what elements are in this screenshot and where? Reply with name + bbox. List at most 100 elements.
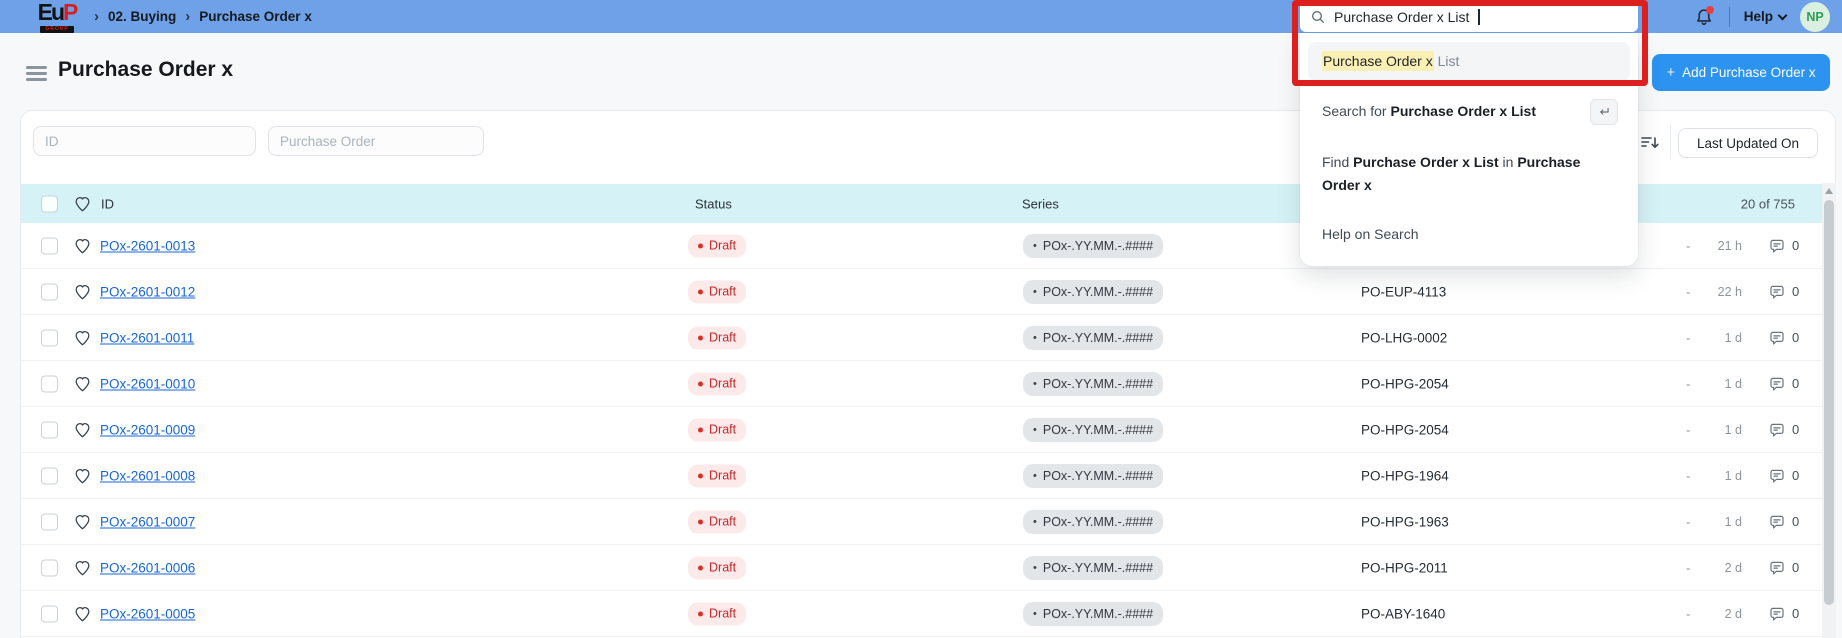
heart-icon[interactable] — [73, 194, 92, 213]
table-row[interactable]: POx-2601-0005 Draft • POx-.YY.MM.-.#### P… — [21, 591, 1835, 637]
row-checkbox[interactable] — [41, 467, 58, 484]
favorite-heart-icon[interactable] — [73, 420, 92, 439]
row-checkbox[interactable] — [41, 283, 58, 300]
column-header-series[interactable]: Series — [1022, 196, 1059, 211]
row-count[interactable]: 20 of 755 — [1709, 196, 1795, 211]
breadcrumb-item-buying[interactable]: 02. Buying — [108, 9, 176, 24]
favorite-heart-icon[interactable] — [73, 328, 92, 347]
favorite-heart-icon[interactable] — [73, 282, 92, 301]
company-logo[interactable]: EuP GROUP — [24, 1, 90, 33]
favorite-heart-icon[interactable] — [73, 374, 92, 393]
status-badge: Draft — [688, 418, 747, 441]
comment-count[interactable]: 0 — [1768, 329, 1799, 347]
row-checkbox[interactable] — [41, 559, 58, 576]
row-id-link[interactable]: POx-2601-0006 — [100, 560, 195, 575]
series-badge: • POx-.YY.MM.-.#### — [1023, 463, 1164, 488]
scrollbar[interactable] — [1822, 183, 1836, 638]
series-dot: • — [1033, 377, 1037, 390]
comment-count[interactable]: 0 — [1768, 237, 1799, 255]
row-id-link[interactable]: POx-2601-0013 — [100, 238, 195, 253]
last-modified: 1 d — [1724, 422, 1742, 437]
row-id-link[interactable]: POx-2601-0012 — [100, 284, 195, 299]
row-id-link[interactable]: POx-2601-0007 — [100, 514, 195, 529]
last-modified: 1 d — [1724, 330, 1742, 345]
suggestion-search-for[interactable]: Search for Purchase Order x List — [1322, 103, 1536, 119]
sort-direction-icon[interactable] — [1639, 132, 1661, 154]
row-id-link[interactable]: POx-2601-0010 — [100, 376, 195, 391]
table-row[interactable]: POx-2601-0009 Draft • POx-.YY.MM.-.#### P… — [21, 407, 1835, 453]
row-id-link[interactable]: POx-2601-0009 — [100, 422, 195, 437]
notification-bell-icon[interactable] — [1693, 5, 1715, 28]
favorite-heart-icon[interactable] — [73, 512, 92, 531]
sort-field-button[interactable]: Last Updated On — [1678, 128, 1818, 158]
row-checkbox[interactable] — [41, 375, 58, 392]
row-checkbox[interactable] — [41, 605, 58, 622]
search-icon — [1312, 11, 1324, 23]
status-badge: Draft — [688, 280, 747, 303]
add-purchase-order-button[interactable]: + Add Purchase Order x — [1652, 54, 1830, 91]
avatar[interactable]: NP — [1800, 1, 1830, 32]
row-checkbox[interactable] — [41, 237, 58, 254]
series-dot: • — [1033, 331, 1037, 344]
comment-count[interactable]: 0 — [1768, 605, 1799, 623]
scroll-up-arrow-icon[interactable] — [1825, 188, 1833, 194]
favorite-heart-icon[interactable] — [73, 466, 92, 485]
table-row[interactable]: POx-2601-0012 Draft • POx-.YY.MM.-.#### P… — [21, 269, 1835, 315]
last-modified: 22 h — [1717, 284, 1742, 299]
status-dot — [698, 427, 703, 432]
favorite-heart-icon[interactable] — [73, 236, 92, 255]
comment-count[interactable]: 0 — [1768, 283, 1799, 301]
help-menu[interactable]: Help — [1743, 9, 1788, 24]
status-dot — [698, 243, 703, 248]
purchase-order-ref: PO-HPG-2011 — [1361, 560, 1448, 575]
comment-count[interactable]: 0 — [1768, 421, 1799, 439]
table-row[interactable]: POx-2601-0010 Draft • POx-.YY.MM.-.#### P… — [21, 361, 1835, 407]
help-label: Help — [1743, 9, 1773, 24]
favorite-heart-icon[interactable] — [73, 604, 92, 623]
divider — [1728, 6, 1730, 27]
suggestion-help-on-search[interactable]: Help on Search — [1322, 226, 1419, 242]
favorite-heart-icon[interactable] — [73, 558, 92, 577]
column-header-status[interactable]: Status — [695, 196, 732, 211]
search-suggestions-dropdown: Purchase Order x List Search for Purchas… — [1300, 33, 1638, 266]
status-badge: Draft — [688, 372, 747, 395]
row-id-link[interactable]: POx-2601-0008 — [100, 468, 195, 483]
suggestion-purchase-order-list[interactable]: Purchase Order x List — [1308, 42, 1630, 81]
last-modified: 1 d — [1724, 468, 1742, 483]
series-badge: • POx-.YY.MM.-.#### — [1023, 555, 1164, 580]
last-modified: 1 d — [1724, 376, 1742, 391]
suggestion-find-in-doctype[interactable]: Find Purchase Order x List in Purchase O… — [1322, 151, 1622, 197]
series-badge: • POx-.YY.MM.-.#### — [1023, 279, 1164, 304]
comment-count[interactable]: 0 — [1768, 467, 1799, 485]
series-dot: • — [1033, 561, 1037, 574]
sidebar-toggle-icon[interactable] — [26, 66, 47, 84]
status-badge: Draft — [688, 556, 747, 579]
table-row[interactable]: POx-2601-0006 Draft • POx-.YY.MM.-.#### P… — [21, 545, 1835, 591]
select-all-checkbox[interactable] — [41, 195, 58, 212]
enter-key-icon[interactable] — [1590, 99, 1618, 125]
column-header-id[interactable]: ID — [101, 196, 114, 211]
table-row[interactable]: POx-2601-0011 Draft • POx-.YY.MM.-.#### P… — [21, 315, 1835, 361]
comment-count[interactable]: 0 — [1768, 375, 1799, 393]
series-badge: • POx-.YY.MM.-.#### — [1023, 233, 1164, 258]
series-dot: • — [1033, 469, 1037, 482]
filter-id-input[interactable] — [33, 126, 256, 156]
table-row[interactable]: POx-2601-0007 Draft • POx-.YY.MM.-.#### P… — [21, 499, 1835, 545]
comment-count[interactable]: 0 — [1768, 513, 1799, 531]
list-rows: POx-2601-0013 Draft • POx-.YY.MM.-.#### -… — [21, 223, 1835, 637]
row-checkbox[interactable] — [41, 513, 58, 530]
global-search-input[interactable]: Purchase Order x List — [1300, 2, 1638, 32]
row-checkbox[interactable] — [41, 329, 58, 346]
breadcrumb-item-purchase-order[interactable]: Purchase Order x — [199, 9, 312, 24]
page-title: Purchase Order x — [58, 58, 234, 81]
row-checkbox[interactable] — [41, 421, 58, 438]
table-row[interactable]: POx-2601-0008 Draft • POx-.YY.MM.-.#### P… — [21, 453, 1835, 499]
chevron-down-icon — [1777, 10, 1788, 20]
filter-purchase-order-input[interactable] — [268, 126, 484, 156]
scrollbar-thumb[interactable] — [1824, 200, 1834, 605]
series-badge: • POx-.YY.MM.-.#### — [1023, 417, 1164, 442]
row-id-link[interactable]: POx-2601-0011 — [100, 330, 194, 345]
status-dot — [698, 473, 703, 478]
comment-count[interactable]: 0 — [1768, 559, 1799, 577]
row-id-link[interactable]: POx-2601-0005 — [100, 606, 195, 621]
